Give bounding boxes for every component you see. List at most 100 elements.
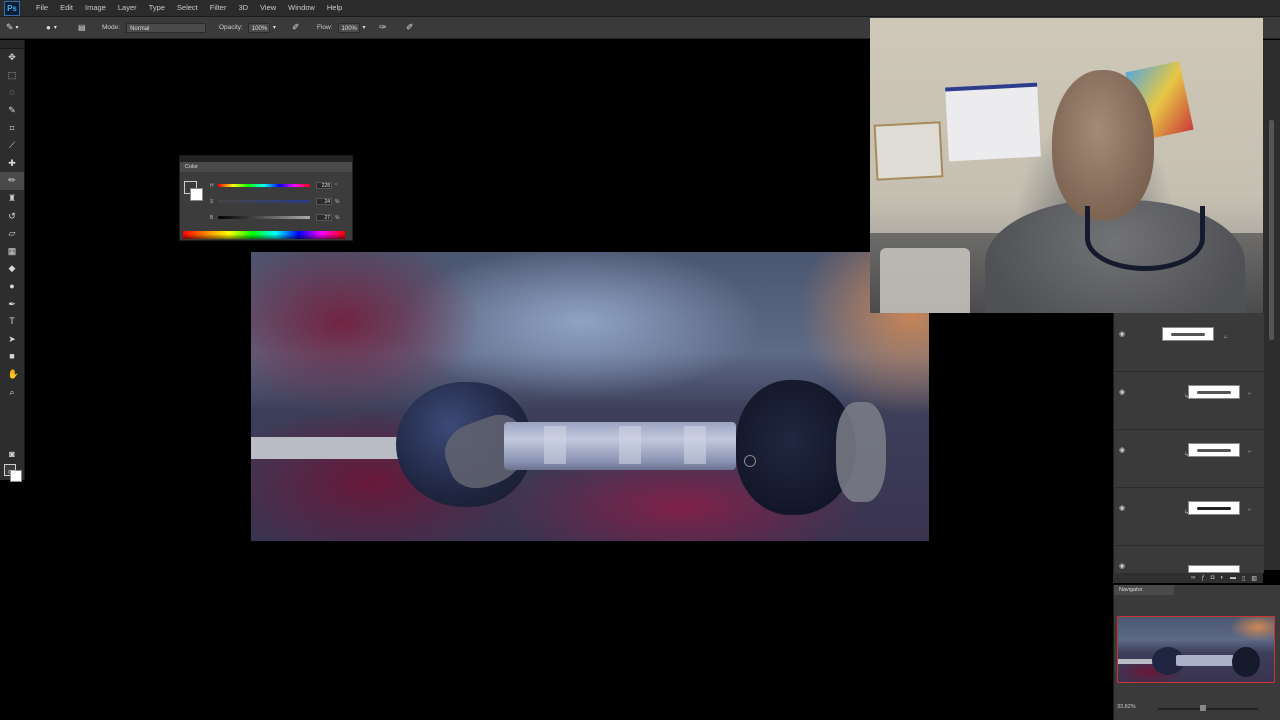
menu-view[interactable]: View: [254, 0, 282, 16]
eyedropper-icon: ⟋: [8, 140, 16, 151]
delete-layer-icon[interactable]: ▥: [1251, 575, 1257, 582]
adjustment-layer-icon[interactable]: ◐: [1220, 575, 1224, 581]
healing-icon: ✚: [8, 157, 16, 168]
menu-3d[interactable]: 3D: [232, 0, 254, 16]
color-panel-tab[interactable]: Color: [180, 162, 352, 172]
brush-preset-icon[interactable]: ✎ ▾: [6, 17, 19, 38]
marquee-tool[interactable]: ⬚: [0, 67, 24, 85]
saturation-slider-row[interactable]: S 24 %: [210, 197, 350, 206]
quick-select-tool[interactable]: ✎: [0, 102, 24, 120]
visibility-eye-icon[interactable]: ◉: [1119, 331, 1127, 339]
path-select-tool[interactable]: ➤: [0, 331, 24, 349]
blur-tool[interactable]: ◆: [0, 260, 24, 278]
menu-type[interactable]: Type: [143, 0, 171, 16]
brush-size-picker[interactable]: ● ▾: [46, 17, 57, 38]
screen-mode-tool[interactable]: ▭: [0, 463, 24, 481]
navigator-tab[interactable]: Navigator: [1114, 585, 1174, 595]
zoom-tool[interactable]: ⌕: [0, 383, 24, 401]
layer-row[interactable]: ◉ ▵: [1114, 313, 1264, 372]
menu-filter[interactable]: Filter: [204, 0, 233, 16]
opacity-label: Opacity:: [219, 24, 243, 31]
saturation-unit: %: [335, 198, 340, 205]
history-brush-tool[interactable]: ↺: [0, 207, 24, 225]
color-panel[interactable]: Color H 228 ° S 24 % B 27 %: [179, 155, 353, 241]
nav-preview-right-knob: [1232, 647, 1260, 677]
gradient-tool[interactable]: ▦: [0, 243, 24, 261]
new-group-icon[interactable]: ▬: [1230, 575, 1236, 581]
history-brush-icon: ↺: [8, 210, 16, 221]
hue-slider-row[interactable]: H 228 °: [210, 181, 350, 190]
brush-tool[interactable]: ✏: [0, 172, 24, 190]
pen-tool[interactable]: ✒: [0, 295, 24, 313]
layer-row[interactable]: ◉ ↳ ⌐: [1114, 487, 1264, 546]
crop-tool[interactable]: ⌗: [0, 119, 24, 137]
visibility-eye-icon[interactable]: ◉: [1119, 389, 1127, 397]
opacity-dropdown-icon[interactable]: ▾: [273, 24, 276, 31]
visibility-eye-icon[interactable]: ◉: [1119, 563, 1127, 571]
pressure-opacity-icon[interactable]: ✐: [292, 17, 300, 38]
move-tool[interactable]: ✥: [0, 49, 24, 67]
new-layer-icon[interactable]: ▯: [1242, 575, 1245, 582]
flow-field[interactable]: 100%: [337, 22, 360, 33]
color-panel-swatches[interactable]: [184, 181, 204, 201]
layer-thumbnail: [1188, 501, 1240, 515]
menu-bar: Ps File Edit Image Layer Type Select Fil…: [0, 0, 1280, 17]
quick-mask-tool[interactable]: ◙: [0, 446, 24, 464]
layer-style-icon[interactable]: ƒ: [1201, 575, 1204, 581]
visibility-eye-icon[interactable]: ◉: [1119, 505, 1127, 513]
flow-dropdown-icon[interactable]: ▾: [363, 24, 366, 31]
lasso-tool[interactable]: ◌: [0, 84, 24, 102]
link-layers-icon[interactable]: ∞: [1191, 575, 1195, 581]
mode-select[interactable]: Normal: [126, 22, 207, 33]
hue-slider[interactable]: [218, 184, 310, 187]
type-tool[interactable]: T: [0, 313, 24, 331]
healing-tool[interactable]: ✚: [0, 155, 24, 173]
blur-icon: ◆: [8, 263, 16, 274]
panel-background-swatch[interactable]: [190, 188, 203, 201]
layer-thumbnail: [1188, 385, 1240, 399]
airbrush-icon[interactable]: ✑: [379, 17, 387, 38]
brightness-value[interactable]: 27: [316, 214, 332, 221]
navigator-zoom-knob[interactable]: [1200, 705, 1206, 711]
saturation-slider[interactable]: [218, 200, 310, 203]
eraser-tool[interactable]: ▱: [0, 225, 24, 243]
hand-icon: ✋: [7, 368, 19, 379]
menu-edit[interactable]: Edit: [54, 0, 79, 16]
menu-file[interactable]: File: [30, 0, 54, 16]
pressure-size-icon[interactable]: ✐: [406, 17, 414, 38]
layer-row[interactable]: ◉ ↳ ⌐: [1114, 429, 1264, 488]
layer-row[interactable]: ◉ ↳ ⌐: [1114, 371, 1264, 430]
color-spectrum-ramp[interactable]: [183, 231, 345, 239]
menu-layer[interactable]: Layer: [112, 0, 143, 16]
dodge-icon: ●: [9, 281, 15, 292]
panel-scrollbar[interactable]: [1269, 120, 1274, 340]
visibility-eye-icon[interactable]: ◉: [1119, 447, 1127, 455]
dodge-tool[interactable]: ●: [0, 278, 24, 296]
hand-tool[interactable]: ✋: [0, 366, 24, 384]
menu-items: File Edit Image Layer Type Select Filter…: [30, 0, 348, 16]
eyedropper-tool[interactable]: ⟋: [0, 137, 24, 155]
navigator-zoom-value[interactable]: 33.82%: [1117, 704, 1136, 710]
menu-window[interactable]: Window: [282, 0, 321, 16]
menu-help[interactable]: Help: [321, 0, 348, 16]
brush-panel-toggle-icon[interactable]: ▤: [78, 17, 86, 38]
navigator-zoom-slider[interactable]: [1158, 708, 1258, 710]
zoom-icon: ⌕: [9, 386, 15, 397]
hue-value[interactable]: 228: [316, 182, 332, 189]
clone-stamp-tool[interactable]: ♜: [0, 190, 24, 208]
layer-row[interactable]: ◉: [1114, 545, 1264, 573]
layer-thumbnail: [1188, 565, 1240, 573]
saturation-value[interactable]: 24: [316, 198, 332, 205]
shape-tool[interactable]: ■: [0, 348, 24, 366]
opacity-field[interactable]: 100%: [247, 22, 270, 33]
brightness-slider-row[interactable]: B 27 %: [210, 213, 350, 222]
navigator-preview[interactable]: [1117, 616, 1275, 683]
menu-select[interactable]: Select: [171, 0, 204, 16]
menu-image[interactable]: Image: [79, 0, 112, 16]
layer-mask-icon[interactable]: ◘: [1211, 575, 1215, 581]
document-canvas[interactable]: [251, 252, 929, 541]
webcam-headphones: [1085, 206, 1205, 271]
hue-label: H: [210, 182, 214, 189]
quick-mask-icon: ◙: [9, 449, 15, 460]
brightness-slider[interactable]: [218, 216, 310, 219]
